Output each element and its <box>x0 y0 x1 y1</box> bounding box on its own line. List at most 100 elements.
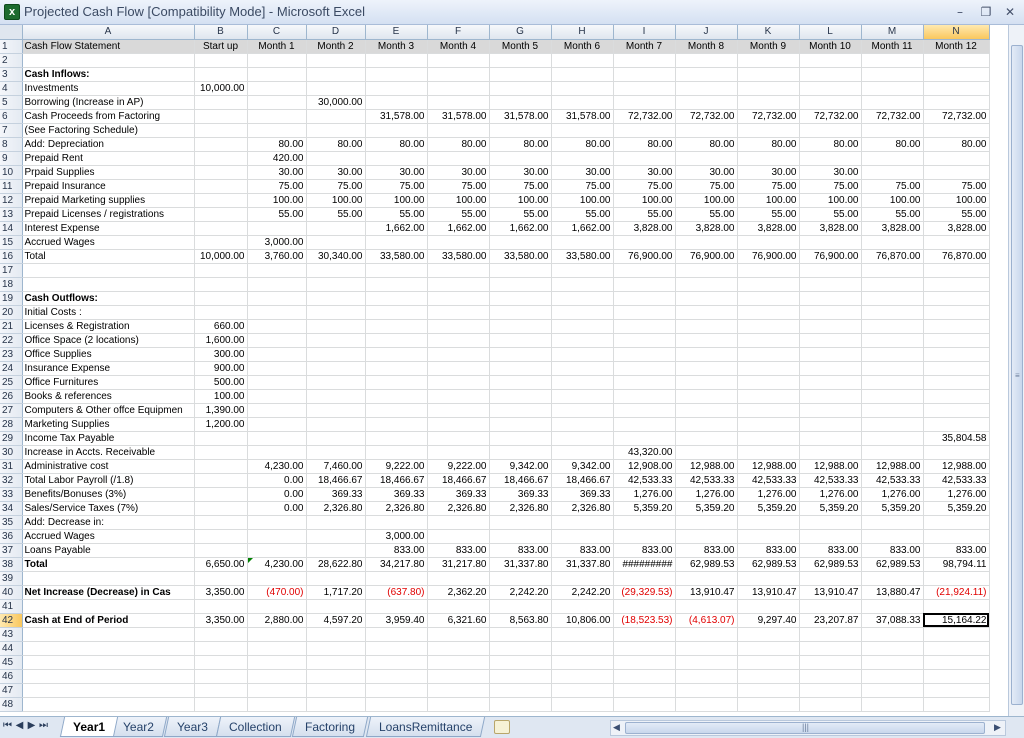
cell-d2[interactable] <box>306 53 366 68</box>
close-icon[interactable]: ✕ <box>1000 3 1020 21</box>
cell-e21[interactable] <box>365 319 428 334</box>
cell-d48[interactable] <box>306 697 366 712</box>
row-header[interactable]: 23 <box>0 347 23 362</box>
cell-i46[interactable] <box>613 669 676 684</box>
cell-a18[interactable] <box>22 277 195 292</box>
cell-k14[interactable]: 3,828.00 <box>737 221 800 236</box>
cell-n19[interactable] <box>923 291 990 306</box>
cell-a27[interactable]: Computers & Other offce Equipmen <box>22 403 195 418</box>
cell-b45[interactable] <box>194 655 248 670</box>
column-header-e[interactable]: E <box>365 25 428 40</box>
cell-e30[interactable] <box>365 445 428 460</box>
cell-a17[interactable] <box>22 263 195 278</box>
cell-f10[interactable]: 30.00 <box>427 165 490 180</box>
cell-m12[interactable]: 100.00 <box>861 193 924 208</box>
cell-f5[interactable] <box>427 95 490 110</box>
cell-l18[interactable] <box>799 277 862 292</box>
cell-b27[interactable]: 1,390.00 <box>194 403 248 418</box>
cell-l16[interactable]: 76,900.00 <box>799 248 862 264</box>
cell-g45[interactable] <box>489 655 552 670</box>
cell-e29[interactable] <box>365 431 428 446</box>
row-header[interactable]: 26 <box>0 389 23 404</box>
cell-a29[interactable]: Income Tax Payable <box>22 431 195 446</box>
cell-j25[interactable] <box>675 375 738 390</box>
cell-c45[interactable] <box>247 655 307 670</box>
cell-c1[interactable]: Month 1 <box>247 39 307 54</box>
cell-l8[interactable]: 80.00 <box>799 137 862 152</box>
cell-n7[interactable] <box>923 123 990 138</box>
cell-e38[interactable]: 34,217.80 <box>365 556 428 572</box>
cell-d21[interactable] <box>306 319 366 334</box>
cell-g20[interactable] <box>489 305 552 320</box>
cell-a11[interactable]: Prepaid Insurance <box>22 179 195 194</box>
cell-j30[interactable] <box>675 445 738 460</box>
cell-i1[interactable]: Month 7 <box>613 39 676 54</box>
cell-e9[interactable] <box>365 151 428 166</box>
cell-g32[interactable]: 18,466.67 <box>489 473 552 488</box>
cell-c28[interactable] <box>247 417 307 432</box>
cell-g8[interactable]: 80.00 <box>489 137 552 152</box>
cell-j7[interactable] <box>675 123 738 138</box>
cell-f30[interactable] <box>427 445 490 460</box>
cell-i38[interactable]: ######### <box>613 556 676 572</box>
cell-e26[interactable] <box>365 389 428 404</box>
cell-k43[interactable] <box>737 627 800 642</box>
cell-f19[interactable] <box>427 291 490 306</box>
cell-h39[interactable] <box>551 571 614 586</box>
cell-g41[interactable] <box>489 599 552 614</box>
cell-f16[interactable]: 33,580.00 <box>427 248 490 264</box>
cell-d3[interactable] <box>306 67 366 82</box>
cell-f34[interactable]: 2,326.80 <box>427 501 490 516</box>
row-header[interactable]: 31 <box>0 459 23 474</box>
cell-j42[interactable]: (4,613.07) <box>675 612 738 628</box>
cell-n45[interactable] <box>923 655 990 670</box>
cell-a12[interactable]: Prepaid Marketing supplies <box>22 193 195 208</box>
cell-h47[interactable] <box>551 683 614 698</box>
cell-a26[interactable]: Books & references <box>22 389 195 404</box>
cell-i2[interactable] <box>613 53 676 68</box>
cell-l47[interactable] <box>799 683 862 698</box>
cell-b44[interactable] <box>194 641 248 656</box>
cell-e18[interactable] <box>365 277 428 292</box>
cell-e6[interactable]: 31,578.00 <box>365 109 428 124</box>
cell-c16[interactable]: 3,760.00 <box>247 248 307 264</box>
cell-c25[interactable] <box>247 375 307 390</box>
cell-b43[interactable] <box>194 627 248 642</box>
row-header[interactable]: 36 <box>0 529 23 544</box>
cell-a37[interactable]: Loans Payable <box>22 543 195 558</box>
cell-l41[interactable] <box>799 599 862 614</box>
cell-f35[interactable] <box>427 515 490 530</box>
cell-i17[interactable] <box>613 263 676 278</box>
cell-d32[interactable]: 18,466.67 <box>306 473 366 488</box>
cell-h44[interactable] <box>551 641 614 656</box>
cell-e19[interactable] <box>365 291 428 306</box>
cell-d47[interactable] <box>306 683 366 698</box>
column-header-k[interactable]: K <box>737 25 800 40</box>
row-header[interactable]: 18 <box>0 277 23 292</box>
cell-b31[interactable] <box>194 459 248 474</box>
cell-h46[interactable] <box>551 669 614 684</box>
cell-h6[interactable]: 31,578.00 <box>551 109 614 124</box>
cell-n38[interactable]: 98,794.11 <box>923 556 990 572</box>
cell-m6[interactable]: 72,732.00 <box>861 109 924 124</box>
cell-b33[interactable] <box>194 487 248 502</box>
cell-g19[interactable] <box>489 291 552 306</box>
cell-n24[interactable] <box>923 361 990 376</box>
cell-i7[interactable] <box>613 123 676 138</box>
cell-j15[interactable] <box>675 235 738 250</box>
cell-d1[interactable]: Month 2 <box>306 39 366 54</box>
cell-e3[interactable] <box>365 67 428 82</box>
cell-a32[interactable]: Total Labor Payroll (/1.8) <box>22 473 195 488</box>
cell-g15[interactable] <box>489 235 552 250</box>
cell-a45[interactable] <box>22 655 195 670</box>
cell-n36[interactable] <box>923 529 990 544</box>
cell-g27[interactable] <box>489 403 552 418</box>
horizontal-scroll-thumb[interactable]: ||| <box>625 722 985 734</box>
cell-f41[interactable] <box>427 599 490 614</box>
cell-k36[interactable] <box>737 529 800 544</box>
cell-d42[interactable]: 4,597.20 <box>306 612 366 628</box>
cell-b41[interactable] <box>194 599 248 614</box>
cell-b3[interactable] <box>194 67 248 82</box>
cell-h9[interactable] <box>551 151 614 166</box>
cell-j24[interactable] <box>675 361 738 376</box>
